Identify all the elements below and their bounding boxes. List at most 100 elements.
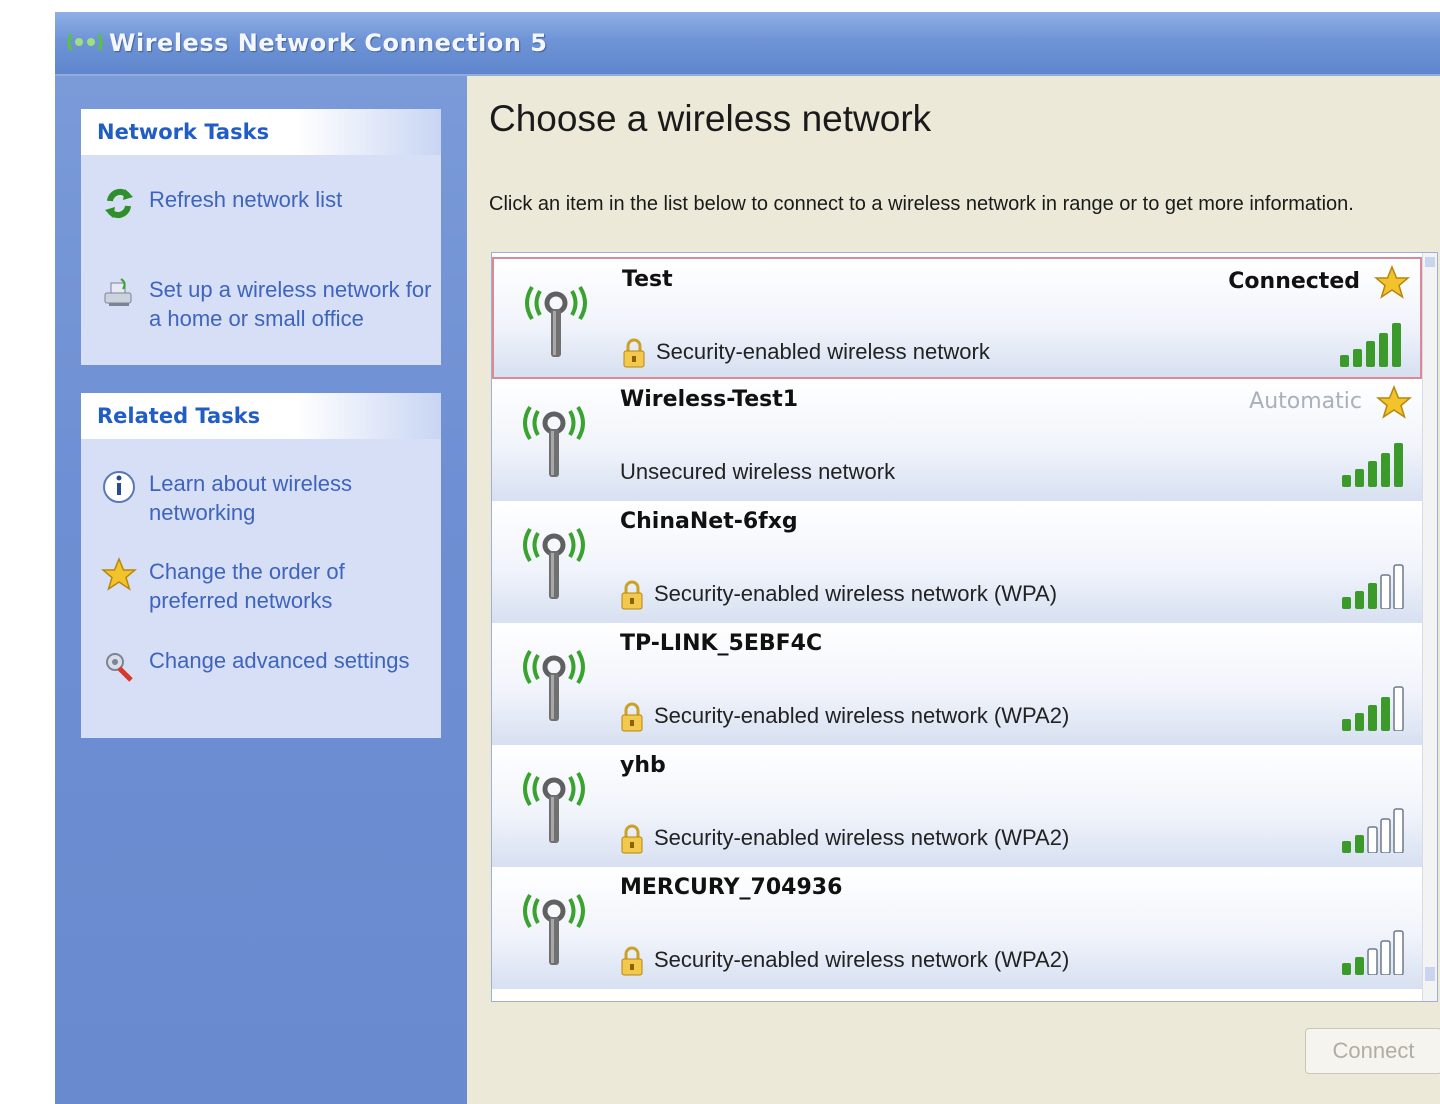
- network-row[interactable]: TP-LINK_5EBF4C Security-enabled wireless …: [492, 623, 1422, 745]
- signal-bar: [1393, 808, 1404, 854]
- network-security-label: Security-enabled wireless network (WPA2): [654, 947, 1070, 972]
- setup-wireless-network-link[interactable]: Set up a wireless network for a home or …: [101, 275, 431, 337]
- preferred-star-icon: [1373, 265, 1411, 305]
- preferred-star-icon: [1375, 385, 1413, 425]
- refresh-network-list-link[interactable]: Refresh network list: [101, 185, 431, 225]
- network-row[interactable]: Test Security-enabled wireless network Con…: [492, 257, 1422, 379]
- scroll-up-arrow[interactable]: [1425, 257, 1435, 267]
- signal-strength-icon: [1342, 807, 1408, 857]
- signal-bar: [1381, 697, 1390, 731]
- network-name: Wireless-Test1: [620, 387, 799, 412]
- lock-icon: [620, 823, 644, 859]
- star-icon: [100, 557, 138, 593]
- wireless-antenna-icon: [512, 883, 596, 977]
- signal-bar: [1355, 713, 1364, 731]
- lock-icon: [620, 945, 644, 981]
- signal-bar: [1355, 591, 1364, 609]
- main-content: Choose a wireless network Click an item …: [467, 76, 1440, 1104]
- info-icon: [101, 469, 137, 505]
- signal-bar: [1392, 323, 1401, 367]
- network-list-scrollbar[interactable]: [1422, 253, 1437, 1001]
- signal-bar: [1368, 583, 1377, 609]
- setup-wireless-network-label: Set up a wireless network for a home or …: [149, 277, 432, 331]
- signal-bar: [1353, 349, 1362, 367]
- network-row[interactable]: MERCURY_704936 Security-enabled wireless …: [492, 867, 1422, 989]
- wireless-antenna-icon: [512, 639, 596, 733]
- signal-bar: [1342, 963, 1351, 975]
- signal-bar: [1368, 705, 1377, 731]
- network-row[interactable]: Wireless-Test1 Unsecured wireless network…: [492, 379, 1422, 501]
- change-advanced-settings-link[interactable]: Change advanced settings: [101, 646, 431, 708]
- signal-strength-icon: [1342, 685, 1408, 735]
- window-title: Wireless Network Connection 5: [109, 29, 548, 57]
- wireless-antenna-icon: [512, 761, 596, 855]
- signal-bar: [1393, 564, 1404, 610]
- signal-bar: [1380, 574, 1391, 610]
- wireless-network-window: Wireless Network Connection 5 Network Ta…: [55, 12, 1440, 1104]
- signal-bar: [1342, 719, 1351, 731]
- network-security-label: Security-enabled wireless network (WPA): [654, 581, 1058, 606]
- refresh-network-list-label: Refresh network list: [149, 187, 343, 212]
- page-description: Click an item in the list below to conne…: [489, 193, 1354, 215]
- signal-bar: [1342, 597, 1351, 609]
- network-name: yhb: [620, 753, 666, 778]
- network-row[interactable]: yhb Security-enabled wireless network (WP…: [492, 745, 1422, 867]
- signal-strength-icon: [1342, 563, 1408, 613]
- network-row[interactable]: ChinaNet-6fxg Security-enabled wireless n…: [492, 501, 1422, 623]
- wireless-antenna-icon: [512, 395, 596, 489]
- signal-strength-icon: [1342, 441, 1408, 491]
- network-security-label: Security-enabled wireless network (WPA2): [654, 825, 1070, 850]
- signal-bar: [1366, 341, 1375, 367]
- related-tasks-panel: Related Tasks Learn about wireless netwo…: [81, 393, 441, 738]
- network-name: Test: [622, 267, 673, 292]
- signal-bar: [1355, 835, 1364, 853]
- network-status: Connected: [1228, 269, 1360, 294]
- learn-about-wireless-label: Learn about wireless networking: [149, 471, 353, 525]
- signal-bar: [1340, 355, 1349, 367]
- network-security-label: Unsecured wireless network: [620, 459, 896, 484]
- signal-bar: [1393, 930, 1404, 976]
- signal-strength-icon: [1340, 321, 1406, 371]
- signal-bar: [1379, 333, 1388, 367]
- change-preferred-order-link[interactable]: Change the order of preferred networks: [100, 557, 431, 619]
- title-bar[interactable]: Wireless Network Connection 5: [55, 12, 1440, 76]
- signal-bar: [1342, 841, 1351, 853]
- signal-bar: [1342, 475, 1351, 487]
- scroll-down-arrow[interactable]: [1425, 967, 1435, 981]
- change-advanced-settings-label: Change advanced settings: [149, 648, 410, 673]
- lock-icon: [622, 337, 646, 373]
- network-tasks-panel: Network Tasks Refresh network list Set u…: [81, 109, 441, 365]
- signal-strength-icon: [1342, 929, 1408, 979]
- lock-icon: [620, 701, 644, 737]
- network-name: TP-LINK_5EBF4C: [620, 631, 823, 656]
- signal-bar: [1367, 948, 1378, 976]
- change-preferred-order-label: Change the order of preferred networks: [149, 559, 345, 613]
- signal-bar: [1368, 461, 1377, 487]
- network-name: MERCURY_704936: [620, 875, 843, 900]
- refresh-icon: [101, 185, 137, 221]
- network-tasks-title[interactable]: Network Tasks: [81, 109, 441, 155]
- network-security-label: Security-enabled wireless network (WPA2): [654, 703, 1070, 728]
- connect-button[interactable]: Connect: [1305, 1028, 1440, 1074]
- network-security-label: Security-enabled wireless network: [656, 339, 990, 364]
- lock-icon: [620, 579, 644, 615]
- signal-bar: [1380, 818, 1391, 854]
- learn-about-wireless-link[interactable]: Learn about wireless networking: [101, 469, 431, 531]
- related-tasks-title[interactable]: Related Tasks: [81, 393, 441, 439]
- signal-bar: [1367, 826, 1378, 854]
- signal-bar: [1355, 957, 1364, 975]
- wireless-antenna-icon: [512, 517, 596, 611]
- task-sidebar: Network Tasks Refresh network list Set u…: [55, 76, 467, 1104]
- network-name: ChinaNet-6fxg: [620, 509, 798, 534]
- signal-bar: [1380, 940, 1391, 976]
- signal-bar: [1355, 469, 1364, 487]
- network-list: Test Security-enabled wireless network Con…: [491, 252, 1438, 1002]
- signal-bar: [1381, 453, 1390, 487]
- network-status: Automatic: [1249, 389, 1362, 414]
- wireless-network-icon: [65, 30, 105, 58]
- signal-bar: [1394, 443, 1403, 487]
- setup-network-icon: [101, 275, 137, 311]
- settings-icon: [101, 646, 137, 682]
- signal-bar: [1393, 686, 1404, 732]
- wireless-antenna-icon: [514, 275, 598, 369]
